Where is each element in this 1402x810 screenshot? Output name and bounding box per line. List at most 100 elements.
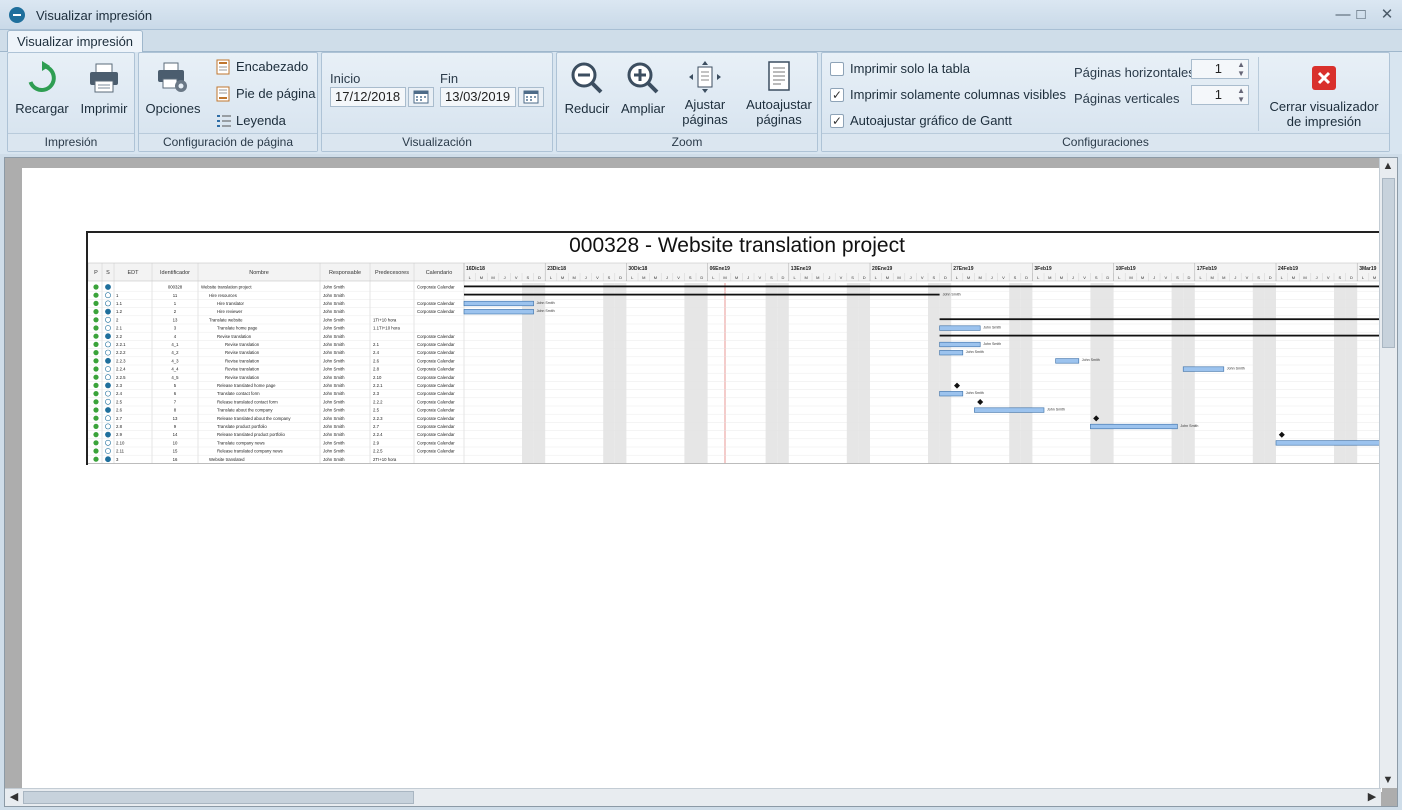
ajustar-label-2: páginas [682,112,728,127]
column-header: S [106,270,110,276]
encabezado-button[interactable]: Encabezado [216,57,308,77]
day-letter: V [515,275,518,280]
row-nombre: Release translated about the company [217,416,291,421]
day-letter: M [886,275,889,280]
zoom-in-icon [627,62,659,94]
row-nombre: Release translated company news [217,449,283,454]
row-edt: 2.1 [116,326,123,331]
day-letter: M [1060,275,1063,280]
day-letter: M [573,275,576,280]
task-status-icon [105,357,111,364]
row-edt: 2.9 [116,432,123,437]
row-edt: 1 [116,293,119,298]
fin-calendar-button[interactable] [518,87,544,107]
cerrar-visualizador-button[interactable]: Cerrar visualizador de impresión [1264,65,1384,129]
priority-status-icon [93,448,99,454]
row-predecesores: 2.4 [373,350,380,355]
scroll-right-icon[interactable]: ▶ [1364,789,1380,805]
paginas-horizontales-spinner[interactable]: 1 ▲ ▼ [1191,59,1249,79]
leyenda-button[interactable]: Leyenda [216,111,286,131]
priority-status-icon [93,415,99,421]
tab-visualizar-impresion[interactable]: Visualizar impresión [7,30,143,52]
ajustar-paginas-button[interactable]: Ajustar páginas [675,61,735,127]
task-bar [1182,366,1225,372]
row-identificador: 13 [173,416,178,421]
fit-pages-icon [689,61,721,93]
day-letter: M [1129,275,1132,280]
summary-bar [939,318,1382,321]
day-letter: S [608,275,611,280]
inicio-calendar-button[interactable] [408,87,434,107]
ampliar-button[interactable]: Ampliar [617,61,669,116]
row-responsable: John Smith [323,301,345,306]
imprimir-label: Imprimir [80,101,128,116]
horizontal-scroll-thumb[interactable] [23,791,414,804]
reducir-button[interactable]: Reducir [561,61,613,116]
reload-icon [28,61,56,92]
vertical-scrollbar[interactable]: ▲ ▼ [1379,158,1397,788]
imprimir-solo-tabla-checkbox[interactable]: Imprimir solo la tabla [830,61,970,79]
day-letter: M [1211,275,1214,280]
horizontal-scrollbar[interactable]: ◀ ▶ [5,788,1381,806]
row-calendario: Corporate Calendar [417,367,455,372]
row-identificador: 13 [173,317,178,322]
row-calendario: Corporate Calendar [417,334,455,339]
recargar-button[interactable]: Recargar [14,61,70,116]
task-status-icon [105,300,111,307]
day-letter: J [747,275,749,280]
row-edt: 2.2.2 [116,350,126,355]
spinner-down-icon[interactable]: ▼ [1235,70,1245,78]
row-calendario: Corporate Calendar [417,432,455,437]
imprimir-button[interactable]: Imprimir [78,61,130,116]
priority-status-icon [93,358,99,364]
priority-status-icon [93,432,99,438]
column-header: Responsable [329,270,361,276]
day-letter: M [1048,275,1051,280]
autoajustar-paginas-button[interactable]: Autoajustar páginas [743,61,815,127]
column-header: Identificador [160,270,190,276]
scroll-up-icon[interactable]: ▲ [1380,158,1396,174]
maximize-icon[interactable]: □ [1352,6,1370,24]
day-letter: M [723,275,726,280]
row-nombre: Translate contact form [217,391,260,396]
task-status-icon [105,448,111,454]
day-letter: M [979,275,982,280]
row-identificador: 000328 [168,285,183,290]
opciones-button[interactable]: Opciones [145,61,201,116]
pie-de-pagina-button[interactable]: Pie de página [216,84,316,104]
spinner-up-icon[interactable]: ▲ [1235,61,1245,69]
scroll-left-icon[interactable]: ◀ [6,789,22,805]
day-letter: M [735,275,738,280]
paginas-verticales-spinner[interactable]: 1 ▲ ▼ [1191,85,1249,105]
spinner-up-icon[interactable]: ▲ [1235,87,1245,95]
print-settings-icon [158,62,187,92]
week-label: 16Dic18 [466,266,485,272]
priority-status-icon [93,456,99,462]
bar-resource-label: John Smith [983,342,1001,346]
imprimir-columnas-visibles-checkbox[interactable]: ✓ Imprimir solamente columnas visibles [830,87,1066,105]
minimize-icon[interactable]: — [1334,6,1352,24]
row-edt: 2.2.5 [116,375,126,380]
task-status-icon [105,341,111,348]
close-window-icon[interactable]: ✕ [1378,6,1396,24]
bar-resource-label: John Smith [1180,424,1198,428]
report-title: 000328 - Website translation project [86,231,1382,261]
row-edt: 2.4 [116,391,123,396]
day-letter: J [585,275,587,280]
preview-page: 000328 - Website translation project P S E… [22,168,1382,792]
priority-status-icon [93,292,99,298]
fin-date-field[interactable]: 13/03/2019 [440,87,516,107]
autoajustar-gantt-checkbox[interactable]: ✓ Autoajustar gráfico de Gantt [830,113,1012,131]
scroll-down-icon[interactable]: ▼ [1380,772,1396,788]
row-predecesores: 1.1TI+10 hora [373,326,400,331]
inicio-date-field[interactable]: 17/12/2018 [330,87,406,107]
checkbox-checked-icon: ✓ [830,88,844,102]
spinner-down-icon[interactable]: ▼ [1235,96,1245,104]
row-calendario: Corporate Calendar [417,408,455,413]
day-letter: S [689,275,692,280]
row-edt: 2.2.1 [116,342,126,347]
row-edt: 1.1 [116,301,123,306]
task-bar [939,391,964,397]
print-preview-viewer[interactable]: 000328 - Website translation project P S E… [4,157,1398,807]
vertical-scroll-thumb[interactable] [1382,178,1395,348]
